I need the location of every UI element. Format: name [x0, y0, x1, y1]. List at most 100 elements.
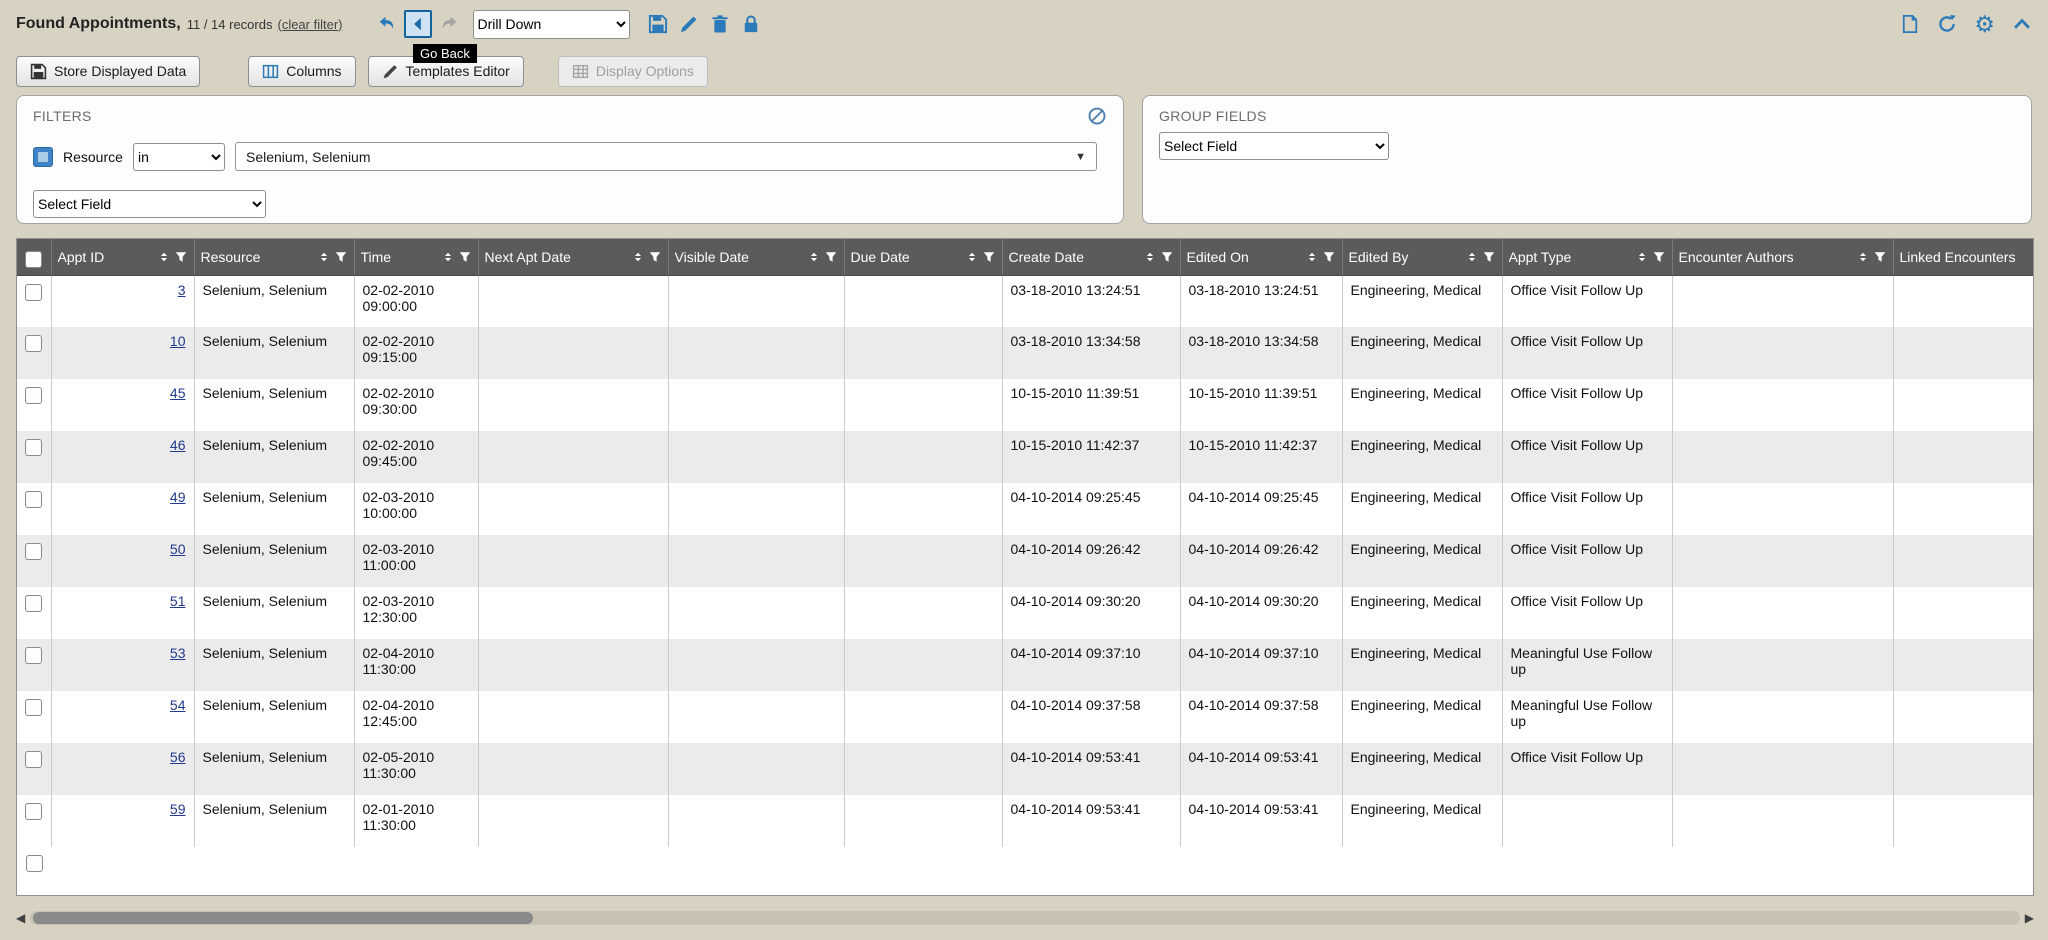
- scrollbar-track[interactable]: [30, 911, 2020, 925]
- scrollbar-thumb[interactable]: [33, 912, 533, 924]
- sort-icon[interactable]: [317, 250, 331, 264]
- report-page-icon[interactable]: [1900, 14, 1920, 34]
- sort-icon[interactable]: [1143, 250, 1157, 264]
- filter-funnel-icon[interactable]: [174, 250, 188, 264]
- record-count: 11 / 14 records: [187, 17, 273, 32]
- edit-pencil-icon[interactable]: [679, 14, 699, 34]
- scroll-left-icon[interactable]: ◀: [16, 912, 25, 924]
- store-displayed-data-button[interactable]: Store Displayed Data: [16, 56, 200, 87]
- sort-icon[interactable]: [1856, 250, 1870, 264]
- appt-id-link[interactable]: 51: [170, 593, 186, 609]
- column-header-due-date[interactable]: Due Date: [844, 239, 1002, 275]
- appt-id-link[interactable]: 50: [170, 541, 186, 557]
- add-filter-field-select[interactable]: Select Field: [33, 190, 266, 218]
- row-checkbox[interactable]: [25, 387, 42, 404]
- column-label: Resource: [201, 249, 314, 265]
- gear-icon[interactable]: ⚙: [1974, 14, 1995, 34]
- filter-funnel-icon[interactable]: [1652, 250, 1666, 264]
- refresh-icon[interactable]: [1937, 14, 1957, 34]
- sort-icon[interactable]: [1635, 250, 1649, 264]
- cell-create-date: 04-10-2014 09:26:42: [1002, 535, 1180, 587]
- cell-visible-date: [668, 691, 844, 743]
- row-checkbox[interactable]: [25, 803, 42, 820]
- filter-funnel-icon[interactable]: [1322, 250, 1336, 264]
- appt-id-link[interactable]: 10: [170, 333, 186, 349]
- clear-filters-icon[interactable]: [1087, 106, 1107, 126]
- appt-id-link[interactable]: 46: [170, 437, 186, 453]
- save-icon[interactable]: [648, 14, 668, 34]
- drill-down-select[interactable]: Drill Down: [473, 10, 630, 39]
- column-header-resource[interactable]: Resource: [194, 239, 354, 275]
- row-checkbox[interactable]: [25, 284, 42, 301]
- filter-value-combobox[interactable]: Selenium, Selenium ▼: [235, 142, 1097, 171]
- undo-icon[interactable]: [377, 14, 397, 34]
- column-header-time[interactable]: Time: [354, 239, 478, 275]
- cell-edited-by: Engineering, Medical: [1342, 379, 1502, 431]
- cell-visible-date: [668, 379, 844, 431]
- row-checkbox[interactable]: [25, 647, 42, 664]
- combobox-dropdown-icon[interactable]: ▼: [1075, 151, 1086, 163]
- group-field-select[interactable]: Select Field: [1159, 132, 1389, 160]
- row-checkbox[interactable]: [26, 855, 43, 872]
- row-checkbox[interactable]: [25, 491, 42, 508]
- filter-operator-select[interactable]: in: [133, 143, 225, 171]
- filter-funnel-icon[interactable]: [334, 250, 348, 264]
- column-header-visible-date[interactable]: Visible Date: [668, 239, 844, 275]
- cell-due-date: [844, 535, 1002, 587]
- row-checkbox[interactable]: [25, 699, 42, 716]
- filter-funnel-icon[interactable]: [982, 250, 996, 264]
- column-header-linked-encounters[interactable]: Linked Encounters: [1893, 239, 2034, 275]
- row-checkbox[interactable]: [25, 751, 42, 768]
- column-header-next-apt-date[interactable]: Next Apt Date: [478, 239, 668, 275]
- cell-edited-by: Engineering, Medical: [1342, 275, 1502, 327]
- go-back-button[interactable]: [404, 10, 432, 38]
- scroll-right-icon[interactable]: ▶: [2025, 912, 2034, 924]
- column-label: Edited By: [1349, 249, 1462, 265]
- delete-trash-icon[interactable]: [710, 14, 730, 34]
- lock-icon[interactable]: [741, 14, 761, 34]
- sort-icon[interactable]: [631, 250, 645, 264]
- appt-id-link[interactable]: 56: [170, 749, 186, 765]
- appt-id-link[interactable]: 45: [170, 385, 186, 401]
- column-header-appt-type[interactable]: Appt Type: [1502, 239, 1672, 275]
- sort-icon[interactable]: [157, 250, 171, 264]
- sort-icon[interactable]: [807, 250, 821, 264]
- column-header-create-date[interactable]: Create Date: [1002, 239, 1180, 275]
- appt-id-link[interactable]: 59: [170, 801, 186, 817]
- row-checkbox[interactable]: [25, 543, 42, 560]
- clear-filter-link[interactable]: (clear filter): [277, 17, 342, 32]
- sort-icon[interactable]: [965, 250, 979, 264]
- sort-icon[interactable]: [441, 250, 455, 264]
- collapse-chevron-up-icon[interactable]: [2012, 14, 2032, 34]
- row-checkbox[interactable]: [25, 335, 42, 352]
- filter-value-text: Selenium, Selenium: [246, 149, 371, 165]
- filter-funnel-icon[interactable]: [1482, 250, 1496, 264]
- filter-funnel-icon[interactable]: [1160, 250, 1174, 264]
- cell-visible-date: [668, 743, 844, 795]
- column-header-encounter-authors[interactable]: Encounter Authors: [1672, 239, 1893, 275]
- column-header-appt-id[interactable]: Appt ID: [51, 239, 194, 275]
- columns-button[interactable]: Columns: [248, 56, 355, 87]
- column-header-edited-by[interactable]: Edited By: [1342, 239, 1502, 275]
- go-forward-icon[interactable]: [439, 14, 459, 34]
- filter-funnel-icon[interactable]: [1873, 250, 1887, 264]
- sort-icon[interactable]: [1465, 250, 1479, 264]
- appt-id-link[interactable]: 49: [170, 489, 186, 505]
- sort-icon[interactable]: [1305, 250, 1319, 264]
- select-all-checkbox[interactable]: [25, 251, 42, 268]
- column-header-edited-on[interactable]: Edited On: [1180, 239, 1342, 275]
- filter-funnel-icon[interactable]: [824, 250, 838, 264]
- appt-id-link[interactable]: 53: [170, 645, 186, 661]
- cell-linked-encounters: [1893, 483, 2034, 535]
- table-row: 59Selenium, Selenium02-01-2010 11:30:000…: [17, 795, 2034, 847]
- filter-funnel-icon[interactable]: [458, 250, 472, 264]
- appt-id-link[interactable]: 54: [170, 697, 186, 713]
- cell-visible-date: [668, 639, 844, 691]
- appt-id-link[interactable]: 3: [178, 282, 186, 298]
- row-checkbox[interactable]: [25, 439, 42, 456]
- display-options-button[interactable]: Display Options: [558, 56, 708, 87]
- filter-funnel-icon[interactable]: [648, 250, 662, 264]
- row-checkbox[interactable]: [25, 595, 42, 612]
- filter-enabled-checkbox[interactable]: [33, 147, 53, 167]
- cell-next-apt-date: [478, 535, 668, 587]
